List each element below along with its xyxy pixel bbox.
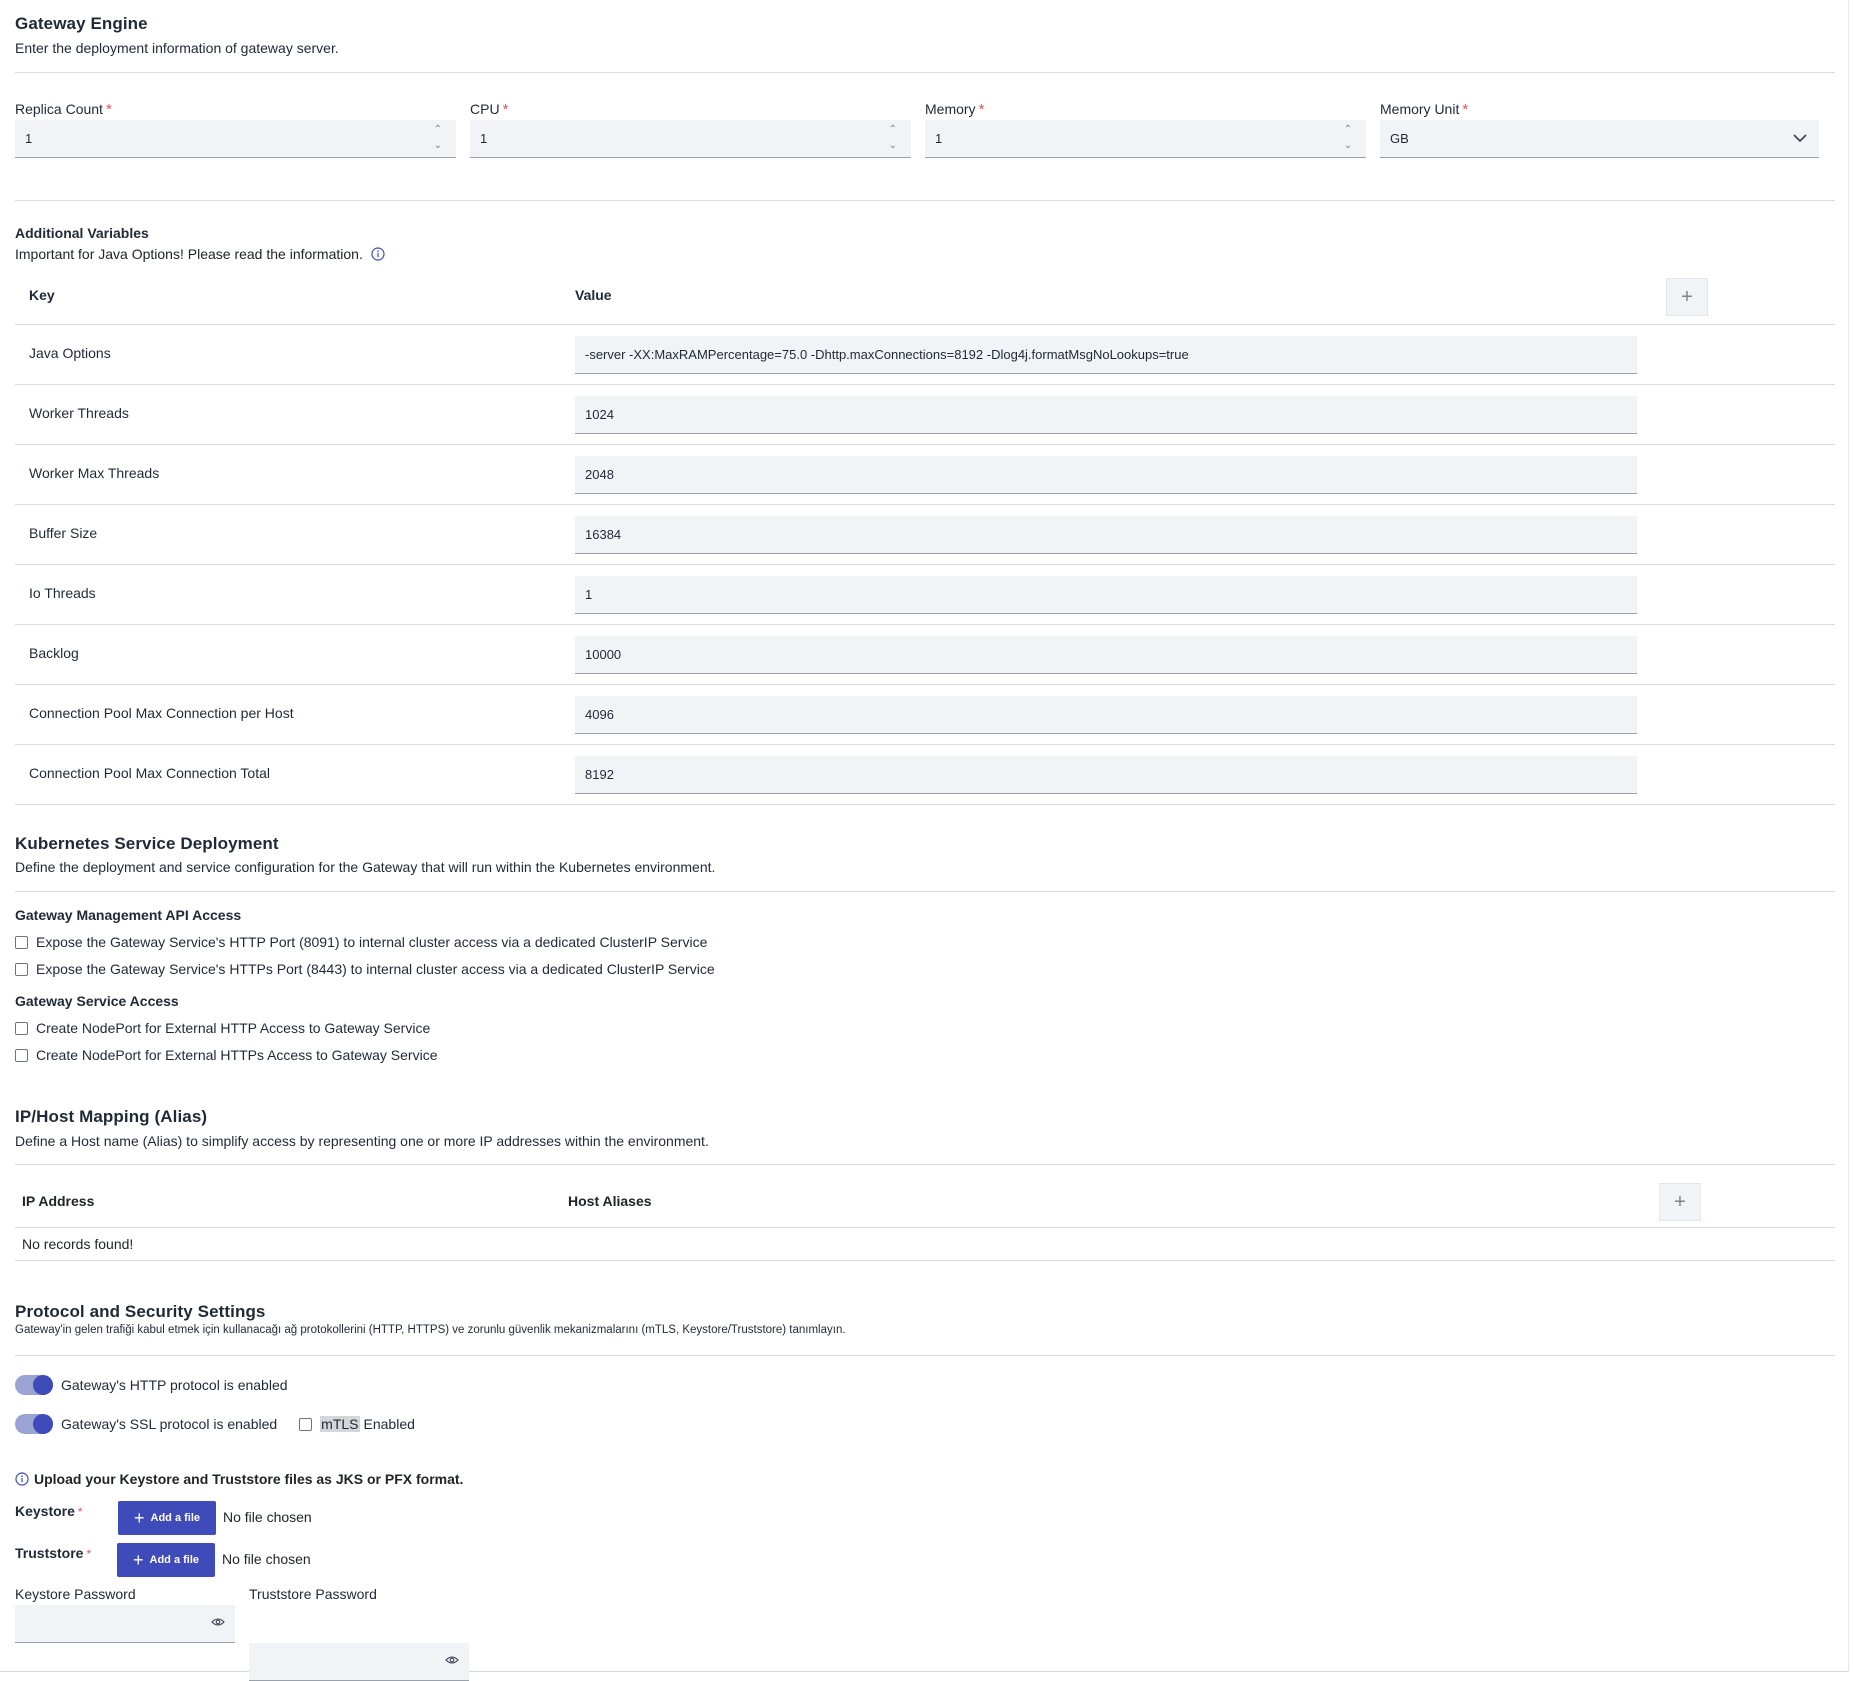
http-toggle-row: Gateway's HTTP protocol is enabled (15, 1375, 288, 1395)
variable-key: Worker Threads (29, 405, 129, 421)
ip-mapping-subtitle: Define a Host name (Alias) to simplify a… (15, 1133, 709, 1149)
plus-icon: + (1681, 285, 1693, 308)
k8s-subtitle: Define the deployment and service config… (15, 859, 716, 875)
stepper-icon[interactable]: ⌃ ⌄ (889, 125, 897, 151)
variable-value-input[interactable]: 4096 (575, 696, 1637, 734)
variable-value-input[interactable]: 1024 (575, 396, 1637, 434)
variable-key: Connection Pool Max Connection Total (29, 765, 271, 781)
stepper-icon[interactable]: ⌃ ⌄ (1344, 125, 1352, 151)
http-toggle-label: Gateway's HTTP protocol is enabled (61, 1377, 288, 1393)
truststore-password-input[interactable] (249, 1643, 469, 1681)
variables-table-header: Key Value + (15, 264, 1835, 325)
divider (15, 72, 1835, 73)
key-column-header: Key (29, 287, 55, 303)
page-frame: Gateway Engine Enter the deployment info… (0, 0, 1849, 1681)
service-access-title: Gateway Service Access (15, 993, 179, 1009)
k8s-title: Kubernetes Service Deployment (15, 834, 279, 853)
truststore-label: Truststore * (15, 1545, 92, 1561)
divider (15, 1355, 1835, 1356)
divider (15, 891, 1835, 892)
memory-label: Memory * (925, 101, 985, 118)
info-icon[interactable] (371, 247, 385, 261)
keystore-add-file-button[interactable]: + Add a file (118, 1501, 216, 1535)
ssl-toggle-row: Gateway's SSL protocol is enabled mTLS E… (15, 1414, 415, 1434)
chevron-down-icon (1793, 134, 1807, 143)
memory-unit-label: Memory Unit * (1380, 101, 1469, 118)
truststore-file-status: No file chosen (222, 1551, 311, 1567)
variable-key: Worker Max Threads (29, 465, 160, 481)
variable-value-input[interactable]: 1 (575, 576, 1637, 614)
truststore-add-file-button[interactable]: + Add a file (117, 1543, 215, 1577)
http-protocol-toggle[interactable] (15, 1375, 53, 1395)
table-row: Worker Max Threads 2048 (15, 445, 1835, 505)
mtls-checkbox[interactable] (299, 1417, 313, 1431)
table-row: Io Threads 1 (15, 565, 1835, 625)
variable-key: Buffer Size (29, 525, 98, 541)
mtls-label: mTLS (320, 1416, 360, 1432)
replica-count-input[interactable]: 1 ⌃ ⌄ (15, 120, 456, 158)
info-text: Important for Java Options! Please read … (15, 246, 363, 262)
info-icon (15, 1472, 29, 1486)
ip-table-header: IP Address Host Aliases + (15, 1164, 1835, 1228)
content: Gateway Engine Enter the deployment info… (15, 0, 1835, 1681)
upload-info-text: Upload your Keystore and Truststore file… (34, 1471, 464, 1487)
keystore-password-input[interactable] (15, 1605, 235, 1643)
cpu-input[interactable]: 1 ⌃ ⌄ (470, 120, 911, 158)
table-row: Java Options -server -XX:MaxRAMPercentag… (15, 325, 1835, 385)
mtls-enabled-label: Enabled (363, 1416, 415, 1432)
variable-value-input[interactable]: 16384 (575, 516, 1637, 554)
eye-icon[interactable] (211, 1617, 225, 1627)
plus-icon: + (1674, 1190, 1686, 1213)
table-row: Connection Pool Max Connection Total 819… (15, 745, 1835, 805)
value-column-header: Value (575, 287, 612, 303)
keystore-password-label: Keystore Password (15, 1586, 136, 1602)
add-host-button[interactable]: + (1659, 1183, 1701, 1221)
stepper-icon[interactable]: ⌃ ⌄ (434, 125, 442, 151)
keystore-label: Keystore * (15, 1503, 83, 1519)
variable-key: Connection Pool Max Connection per Host (29, 705, 294, 721)
nodeport-https-checkbox[interactable]: Create NodePort for External HTTPs Acces… (15, 1047, 438, 1063)
keystore-file-status: No file chosen (223, 1509, 312, 1525)
upload-info: Upload your Keystore and Truststore file… (15, 1471, 463, 1487)
table-row: Worker Threads 1024 (15, 385, 1835, 445)
plus-icon: + (132, 1550, 144, 1570)
divider (15, 200, 1835, 201)
variable-key: Java Options (29, 345, 111, 361)
table-row: Connection Pool Max Connection per Host … (15, 685, 1835, 745)
nodeport-http-checkbox[interactable]: Create NodePort for External HTTP Access… (15, 1020, 430, 1036)
java-options-info: Important for Java Options! Please read … (15, 246, 385, 262)
gateway-engine-subtitle: Enter the deployment information of gate… (15, 40, 339, 56)
additional-variables-title: Additional Variables (15, 225, 149, 241)
memory-unit-select[interactable]: GB (1380, 120, 1819, 158)
truststore-password-label: Truststore Password (249, 1586, 377, 1602)
ssl-toggle-label: Gateway's SSL protocol is enabled (61, 1416, 278, 1432)
eye-icon[interactable] (445, 1655, 459, 1665)
mgmt-http-checkbox[interactable]: Expose the Gateway Service's HTTP Port (… (15, 934, 707, 950)
memory-input[interactable]: 1 ⌃ ⌄ (925, 120, 1366, 158)
variable-value-input[interactable]: 10000 (575, 636, 1637, 674)
variable-key: Backlog (29, 645, 79, 661)
replica-count-label: Replica Count * (15, 101, 112, 118)
variable-value-input[interactable]: 2048 (575, 456, 1637, 494)
add-variable-button[interactable]: + (1666, 278, 1708, 316)
host-column-header: Host Aliases (568, 1193, 652, 1209)
variable-value-input[interactable]: -server -XX:MaxRAMPercentage=75.0 -Dhttp… (575, 336, 1637, 374)
table-row: Buffer Size 16384 (15, 505, 1835, 565)
gateway-engine-title: Gateway Engine (15, 14, 148, 33)
mgmt-https-checkbox[interactable]: Expose the Gateway Service's HTTPs Port … (15, 961, 715, 977)
ssl-protocol-toggle[interactable] (15, 1414, 53, 1434)
ip-mapping-title: IP/Host Mapping (Alias) (15, 1107, 208, 1126)
variable-value-input[interactable]: 8192 (575, 756, 1637, 794)
mgmt-access-title: Gateway Management API Access (15, 907, 242, 923)
ip-column-header: IP Address (22, 1193, 95, 1209)
protocol-title: Protocol and Security Settings (15, 1302, 266, 1321)
cpu-label: CPU * (470, 101, 509, 118)
plus-icon: + (133, 1508, 145, 1528)
variable-key: Io Threads (29, 585, 96, 601)
ip-table-empty-row: No records found! (15, 1228, 1835, 1261)
table-row: Backlog 10000 (15, 625, 1835, 685)
protocol-subtitle: Gateway'in gelen trafiği kabul etmek içi… (15, 1324, 846, 1336)
empty-message: No records found! (22, 1236, 134, 1252)
